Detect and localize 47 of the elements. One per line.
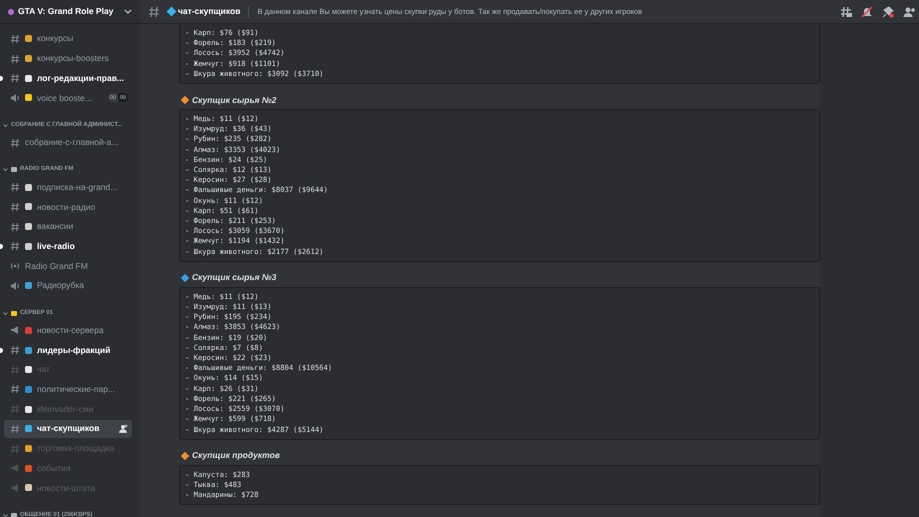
section-heading: Скупщик продуктов: [192, 449, 280, 462]
hash-icon: [10, 73, 20, 84]
chevron-icon[interactable]: [124, 8, 132, 14]
hash-icon: [10, 404, 20, 414]
hash-icon: [10, 345, 20, 356]
hash-icon: [10, 182, 20, 192]
hash-icon: [10, 34, 20, 44]
channel-item[interactable]: конкурсы: [4, 30, 132, 48]
channel-hash-icon: [148, 6, 160, 18]
channel-title: чат-скупщиков: [178, 5, 240, 18]
hash-icon: [10, 241, 20, 252]
channel-item[interactable]: Радиорубка: [4, 276, 132, 295]
hash-icon: [10, 444, 20, 454]
channel-item[interactable]: новости-радио: [4, 198, 132, 216]
broadcast-icon: [10, 261, 20, 272]
members-icon[interactable]: [903, 6, 915, 18]
threads-icon[interactable]: [840, 6, 852, 18]
channel-item[interactable]: live-radio: [4, 237, 132, 256]
megaphone-icon: [10, 482, 20, 493]
hash-icon: [10, 138, 20, 148]
channel-item[interactable]: Radio Grand FM: [4, 257, 132, 276]
channel-item[interactable]: подписка-на-grand...: [4, 178, 132, 196]
speaker-icon: [10, 280, 20, 291]
hash-icon: [10, 424, 20, 434]
channel-item[interactable]: лог-редакции-прав...: [4, 69, 132, 88]
hash-icon: [10, 384, 20, 394]
hash-icon: [10, 222, 20, 232]
section-heading: Скупщик сырья №2: [192, 94, 276, 106]
server-name[interactable]: GTA V: Grand Role Play: [18, 5, 114, 18]
channel-item[interactable]: чат-скупщиков: [4, 420, 132, 438]
channel-item[interactable]: лидеры-фракций: [4, 341, 132, 360]
channel-item[interactable]: конкурсы-boosters: [4, 50, 132, 68]
hash-icon: [10, 54, 20, 64]
hash-icon: [10, 364, 20, 375]
hash-icon: [10, 202, 20, 212]
megaphone-icon: [10, 325, 20, 336]
channel-item[interactable]: политические-пар...: [4, 380, 132, 398]
muted-bell-icon[interactable]: [861, 6, 873, 18]
channel-item[interactable]: новости-сервера: [4, 321, 132, 340]
section-heading: Скупщик сырья №3: [192, 271, 276, 284]
add-member-icon[interactable]: [119, 424, 128, 434]
server-icon: [8, 8, 14, 14]
megaphone-icon: [10, 463, 20, 474]
speaker-icon: [10, 92, 20, 103]
channel-item[interactable]: вакансии: [4, 218, 132, 236]
pin-icon[interactable]: [882, 6, 894, 18]
channel-item[interactable]: собрание-с-главной-а...: [4, 134, 132, 152]
